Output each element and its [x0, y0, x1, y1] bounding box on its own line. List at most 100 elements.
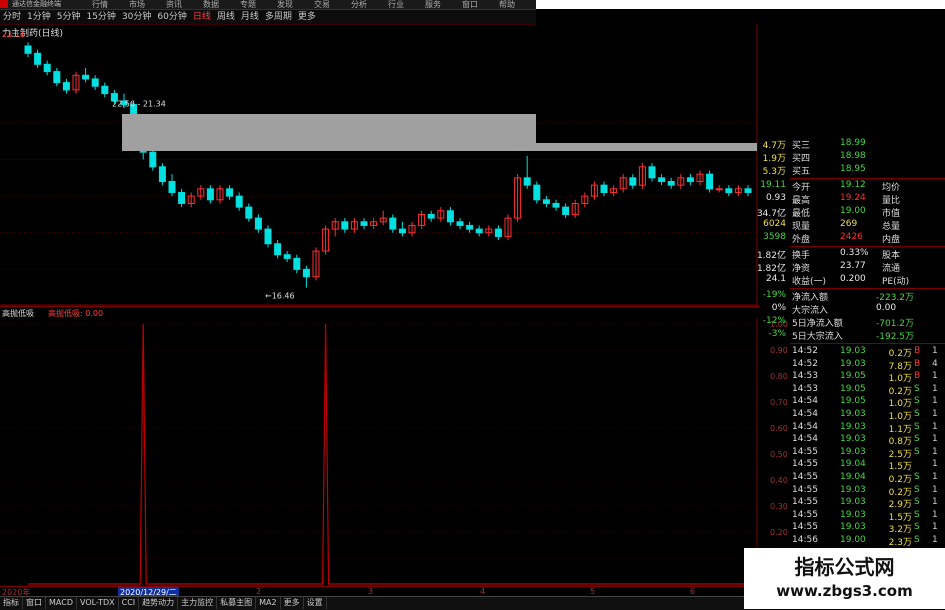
candle[interactable] [619, 174, 627, 193]
menu-item[interactable]: 资讯 [166, 0, 182, 9]
indicator-tab[interactable]: MACD [46, 597, 77, 609]
candle[interactable] [571, 199, 579, 219]
candle[interactable] [610, 185, 618, 197]
candle[interactable] [427, 210, 435, 222]
menu-item[interactable]: 市场 [129, 0, 145, 9]
menu-item[interactable]: 行业 [388, 0, 404, 9]
indicator-tab[interactable]: VOL-TDX [77, 597, 119, 609]
candle[interactable] [552, 199, 560, 211]
candle[interactable] [360, 218, 368, 230]
candle[interactable] [437, 207, 445, 222]
menu-item[interactable]: 帮助 [499, 0, 515, 9]
candle[interactable] [91, 75, 99, 90]
candle[interactable] [24, 42, 32, 57]
candle[interactable] [638, 163, 646, 189]
price-chart[interactable]: 21.0020.0019.0018.0017.0023.1122.56 - 21… [0, 24, 760, 306]
period-tab[interactable]: 更多 [295, 10, 319, 24]
candle[interactable] [43, 60, 51, 76]
candle[interactable] [235, 192, 243, 211]
period-tab[interactable]: 周线 [214, 10, 238, 24]
candle[interactable] [590, 181, 598, 200]
menu-item[interactable]: 数据 [203, 0, 219, 9]
candle[interactable] [158, 163, 166, 186]
menu-item[interactable]: 行情 [92, 0, 108, 9]
candle[interactable] [418, 210, 426, 230]
candle[interactable] [475, 225, 483, 237]
candle[interactable] [72, 71, 80, 94]
candle[interactable] [331, 218, 339, 237]
candle[interactable] [216, 185, 224, 204]
candle[interactable] [523, 155, 531, 189]
candle[interactable] [62, 78, 70, 94]
candle[interactable] [101, 82, 109, 98]
indicator-tab[interactable]: 设置 [304, 597, 327, 609]
candle[interactable] [466, 221, 474, 233]
candle[interactable] [686, 174, 694, 186]
candle[interactable] [302, 265, 310, 288]
candle[interactable] [734, 185, 742, 197]
candle[interactable] [350, 218, 358, 233]
candle[interactable] [533, 181, 541, 204]
period-tab[interactable]: 15分钟 [83, 10, 118, 24]
candle[interactable] [264, 225, 272, 248]
candle[interactable] [226, 185, 234, 200]
candle[interactable] [168, 174, 176, 197]
candle[interactable] [744, 185, 752, 197]
period-tab[interactable]: 分时 [0, 10, 24, 24]
indicator-tab[interactable]: CCI [119, 597, 140, 609]
candle[interactable] [542, 196, 550, 208]
candle[interactable] [715, 185, 723, 193]
candle[interactable] [677, 174, 685, 189]
candle[interactable] [408, 221, 416, 237]
period-tab[interactable]: 60分钟 [154, 10, 189, 24]
indicator-tab[interactable]: MA2 [256, 597, 281, 609]
candle[interactable] [341, 218, 349, 233]
candle[interactable] [600, 181, 608, 197]
indicator-tab[interactable]: 私募主图 [217, 597, 257, 609]
menu-item[interactable]: 发现 [277, 0, 293, 9]
indicator-chart[interactable]: 1.000.900.800.700.600.500.400.300.200.10 [0, 318, 790, 586]
candle[interactable] [706, 170, 714, 193]
candle[interactable] [206, 185, 214, 204]
candle[interactable] [667, 177, 675, 189]
candle[interactable] [245, 203, 253, 222]
menu-item[interactable]: 窗口 [462, 0, 478, 9]
indicator-tab[interactable]: 指标 [0, 597, 23, 609]
candle[interactable] [446, 207, 454, 226]
candle[interactable] [53, 67, 61, 87]
candle[interactable] [562, 203, 570, 219]
menu-item[interactable]: 服务 [425, 0, 441, 9]
candle[interactable] [398, 221, 406, 237]
candle[interactable] [514, 174, 522, 222]
candle[interactable] [254, 214, 262, 233]
indicator-tab[interactable]: 主力监控 [178, 597, 218, 609]
candle[interactable] [178, 188, 186, 208]
period-tab[interactable]: 月线 [238, 10, 262, 24]
candle[interactable] [725, 185, 733, 197]
candle[interactable] [456, 218, 464, 230]
menu-item[interactable]: 分析 [351, 0, 367, 9]
period-tab[interactable]: 多周期 [262, 10, 295, 24]
candle[interactable] [149, 148, 157, 171]
candle[interactable] [187, 192, 195, 208]
candle[interactable] [283, 251, 291, 263]
candle[interactable] [485, 225, 493, 237]
candle[interactable] [370, 218, 378, 230]
candle[interactable] [494, 225, 502, 241]
period-tab[interactable]: 日线 [190, 10, 214, 24]
candle[interactable] [379, 210, 387, 226]
candle[interactable] [504, 214, 512, 241]
indicator-tab[interactable]: 趋势动力 [139, 597, 179, 609]
candle[interactable] [82, 67, 90, 83]
candle[interactable] [629, 174, 637, 189]
menu-item[interactable]: 交易 [314, 0, 330, 9]
period-tab[interactable]: 1分钟 [24, 10, 54, 24]
menu-item[interactable]: 专题 [240, 0, 256, 9]
candle[interactable] [581, 192, 589, 208]
candle[interactable] [34, 49, 42, 68]
candle[interactable] [696, 170, 704, 186]
candle[interactable] [658, 174, 666, 186]
period-tab[interactable]: 5分钟 [54, 10, 84, 24]
indicator-tab[interactable]: 窗口 [23, 597, 46, 609]
candle[interactable] [389, 214, 397, 233]
